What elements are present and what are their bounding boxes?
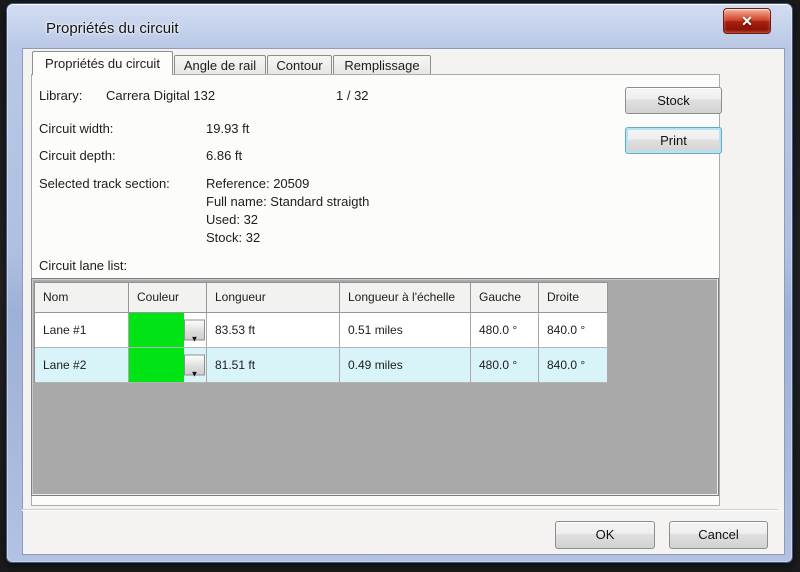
column-header-nom[interactable]: Nom — [35, 283, 129, 313]
lane-list-table: Nom Couleur Longueur Longueur à l'échell… — [34, 282, 608, 383]
lane-color-cell: ▼ — [129, 313, 207, 348]
selected-section-fullname: Full name: Standard straigth — [206, 194, 369, 209]
lane-color-dropdown-button[interactable]: ▼ — [184, 355, 205, 376]
cancel-button[interactable]: Cancel — [669, 521, 768, 549]
selected-section-label: Selected track section: — [39, 176, 170, 191]
print-button[interactable]: Print — [625, 127, 722, 154]
stock-button[interactable]: Stock — [625, 87, 722, 114]
lane-right-angle-cell: 840.0 ° — [539, 313, 608, 348]
lane-length-cell: 83.53 ft — [207, 313, 340, 348]
circuit-depth-label: Circuit depth: — [39, 148, 116, 163]
window-title: Propriétés du circuit — [46, 20, 179, 37]
lane-right-angle-cell: 840.0 ° — [539, 348, 608, 383]
lane-row-2[interactable]: Lane #2 ▼ 81.51 ft 0.49 miles 480.0 ° 84… — [35, 348, 608, 383]
tab-angle-de-rail[interactable]: Angle de rail — [174, 55, 266, 75]
library-value: Carrera Digital 132 — [106, 88, 215, 103]
titlebar[interactable]: Propriétés du circuit — [14, 8, 799, 48]
bottom-separator — [22, 509, 778, 511]
tab-contour[interactable]: Contour — [267, 55, 332, 75]
circuit-width-label: Circuit width: — [39, 121, 113, 136]
lane-color-swatch[interactable] — [129, 348, 184, 383]
column-header-gauche[interactable]: Gauche — [471, 283, 539, 313]
chevron-down-icon: ▼ — [191, 335, 199, 344]
circuit-depth-value: 6.86 ft — [206, 148, 242, 163]
lane-table-header-row: Nom Couleur Longueur Longueur à l'échell… — [35, 283, 608, 313]
lane-color-swatch[interactable] — [129, 313, 184, 348]
selected-section-stock: Stock: 32 — [206, 230, 260, 245]
selected-section-reference: Reference: 20509 — [206, 176, 309, 191]
column-header-longueur[interactable]: Longueur — [207, 283, 340, 313]
lane-left-angle-cell: 480.0 ° — [471, 348, 539, 383]
ok-button[interactable]: OK — [555, 521, 655, 549]
lane-scale-length-cell: 0.49 miles — [340, 348, 471, 383]
close-button[interactable]: ✕ — [723, 8, 771, 34]
lane-color-dropdown-button[interactable]: ▼ — [184, 320, 205, 341]
lane-left-angle-cell: 480.0 ° — [471, 313, 539, 348]
lane-color-cell: ▼ — [129, 348, 207, 383]
lane-name-cell: Lane #1 — [35, 313, 129, 348]
screen-background: Propriétés du circuit ✕ Propriétés du ci… — [0, 0, 800, 572]
tab-remplissage[interactable]: Remplissage — [333, 55, 431, 75]
chevron-down-icon: ▼ — [191, 370, 199, 379]
lane-scale-length-cell: 0.51 miles — [340, 313, 471, 348]
lane-name-cell: Lane #2 — [35, 348, 129, 383]
selected-section-used: Used: 32 — [206, 212, 258, 227]
column-header-longueur-echelle[interactable]: Longueur à l'échelle — [340, 283, 471, 313]
lane-length-cell: 81.51 ft — [207, 348, 340, 383]
circuit-width-value: 19.93 ft — [206, 121, 249, 136]
library-count: 1 / 32 — [336, 88, 369, 103]
lane-row-1[interactable]: Lane #1 ▼ 83.53 ft 0.51 miles 480.0 ° 84… — [35, 313, 608, 348]
close-icon: ✕ — [741, 9, 753, 33]
library-label: Library: — [39, 88, 82, 103]
column-header-droite[interactable]: Droite — [539, 283, 608, 313]
column-header-couleur[interactable]: Couleur — [129, 283, 207, 313]
tab-proprietes-du-circuit[interactable]: Propriétés du circuit — [32, 51, 173, 75]
lane-list-label: Circuit lane list: — [39, 258, 127, 273]
